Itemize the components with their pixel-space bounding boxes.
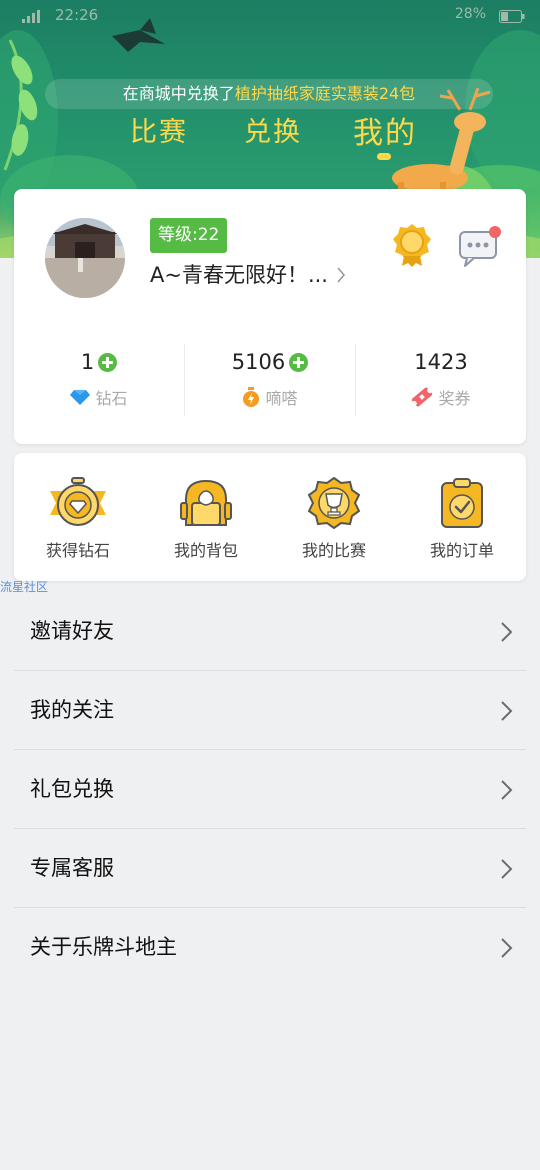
settings-menu: 邀请好友 我的关注 礼包兑换 专属客服 关于乐牌斗地主 <box>14 592 526 987</box>
chevron-right-icon <box>337 267 346 283</box>
medal-button[interactable] <box>392 222 432 268</box>
avatar[interactable] <box>45 218 125 298</box>
menu-label: 礼包兑换 <box>30 777 114 801</box>
chevron-right-icon <box>501 859 513 879</box>
unread-dot <box>489 226 501 238</box>
ticket-label: 奖券 <box>438 389 471 408</box>
ticket-icon <box>412 387 433 407</box>
dida-count: 5106 <box>231 350 286 374</box>
backpack-icon <box>180 479 232 526</box>
menu-customer-service[interactable]: 专属客服 <box>14 829 526 908</box>
action-get-diamond[interactable]: 获得钻石 <box>14 453 142 581</box>
menu-label: 关于乐牌斗地主 <box>30 935 177 959</box>
menu-label: 专属客服 <box>30 856 114 880</box>
tab-mine[interactable]: 我的 <box>353 108 417 152</box>
ticker-prefix: 在商城中兑换了 <box>122 84 235 103</box>
stat-ticket[interactable]: 1423 奖券 <box>355 344 526 416</box>
battery-percent: 28% <box>454 6 486 22</box>
top-tabs: 比赛 兑换 我的 <box>0 110 540 160</box>
quick-actions-card: 获得钻石 我的背包 我的比赛 我的订单 <box>14 453 526 581</box>
ticker-highlight: 植护抽纸家庭实惠装24包 <box>234 84 416 103</box>
action-label: 获得钻石 <box>45 541 110 560</box>
dida-label: 嘀嗒 <box>265 389 298 408</box>
menu-label: 我的关注 <box>30 698 114 722</box>
menu-gift-redeem[interactable]: 礼包兑换 <box>14 750 526 829</box>
action-label: 我的订单 <box>429 541 494 560</box>
stats-row: 1 钻石 5106 嘀嗒 1423 奖券 <box>14 344 526 416</box>
action-my-matches[interactable]: 我的比赛 <box>270 453 398 581</box>
menu-invite-friends[interactable]: 邀请好友 <box>14 592 526 671</box>
stopwatch-icon <box>243 387 260 407</box>
username-link[interactable]: A~青春无限好！... <box>150 257 346 291</box>
active-tab-indicator <box>377 153 391 160</box>
profile-card: 等级:22 A~青春无限好！... 1 钻石 5106 嘀嗒 1423 奖券 <box>14 189 526 444</box>
signal-icon <box>22 10 40 23</box>
action-label: 我的背包 <box>173 541 238 560</box>
diamond-icon <box>70 390 91 405</box>
chevron-right-icon <box>501 938 513 958</box>
chevron-right-icon <box>501 780 513 800</box>
add-dida-icon[interactable] <box>289 352 309 372</box>
status-time: 22:26 <box>55 6 99 24</box>
message-button[interactable] <box>457 226 503 268</box>
add-diamond-icon[interactable] <box>98 352 118 372</box>
action-backpack[interactable]: 我的背包 <box>142 453 270 581</box>
stat-diamond[interactable]: 1 钻石 <box>14 344 184 416</box>
action-my-orders[interactable]: 我的订单 <box>398 453 526 581</box>
status-bar: 22:26 28% <box>0 4 540 28</box>
chevron-right-icon <box>501 701 513 721</box>
username: A~青春无限好！... <box>150 263 328 287</box>
trophy-icon <box>307 476 361 530</box>
diamond-label: 钻石 <box>95 389 128 408</box>
menu-label: 邀请好友 <box>30 619 114 643</box>
menu-my-follows[interactable]: 我的关注 <box>14 671 526 750</box>
exchange-ticker: 在商城中兑换了植护抽纸家庭实惠装24包 <box>45 79 493 109</box>
avatar-photo <box>45 218 125 298</box>
ticket-count: 1423 <box>414 350 468 374</box>
medal-icon <box>393 224 431 267</box>
clipboard-check-icon <box>441 478 483 528</box>
battery-icon <box>499 10 525 23</box>
chevron-right-icon <box>501 622 513 642</box>
tab-exchange[interactable]: 兑换 <box>244 110 302 149</box>
diamond-medal-icon <box>50 477 106 526</box>
action-label: 我的比赛 <box>301 541 366 560</box>
menu-about[interactable]: 关于乐牌斗地主 <box>14 908 526 987</box>
stat-dida[interactable]: 5106 嘀嗒 <box>184 344 355 416</box>
level-badge: 等级:22 <box>150 218 228 253</box>
diamond-count: 1 <box>80 350 95 374</box>
tab-match[interactable]: 比赛 <box>130 110 188 149</box>
